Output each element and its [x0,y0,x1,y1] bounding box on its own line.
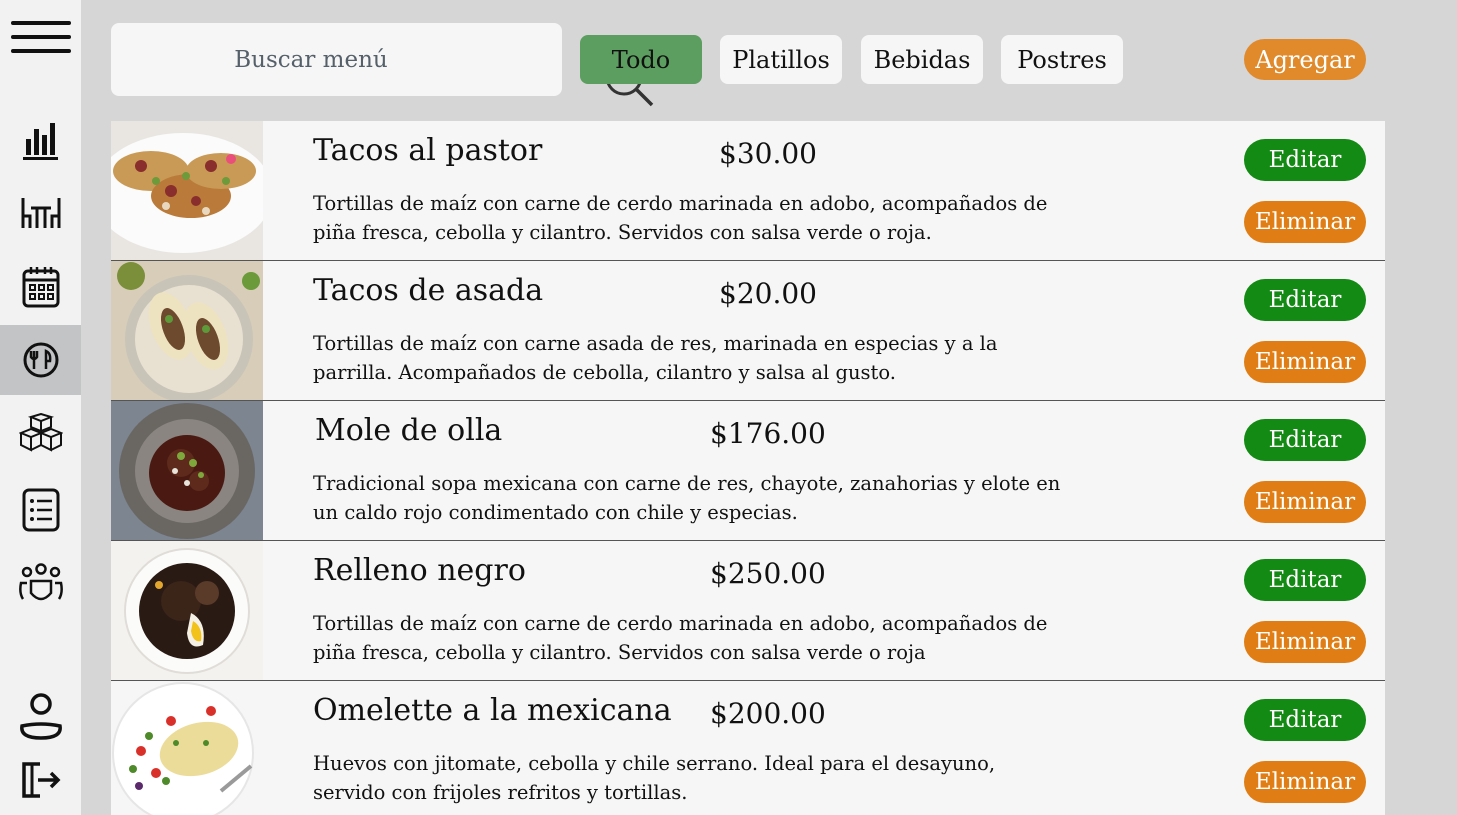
bar-chart-icon[interactable] [0,106,81,176]
dish-image [111,681,263,815]
calendar-icon[interactable] [0,252,81,322]
filter-bebidas-button[interactable]: Bebidas [861,35,983,84]
dish-image [111,261,263,400]
edit-button[interactable]: Editar [1244,139,1366,181]
delete-button[interactable]: Eliminar [1244,341,1366,383]
add-button[interactable]: Agregar [1244,39,1366,80]
dish-price: $176.00 [710,417,826,450]
dish-name: Mole de olla [315,413,503,448]
user-icon[interactable] [0,682,81,752]
checklist-icon[interactable] [0,475,81,545]
dining-table-icon[interactable] [0,179,81,249]
filter-postres-button[interactable]: Postres [1001,35,1123,84]
logout-icon[interactable] [0,745,81,815]
list-item: Omelette a la mexicana $200.00 Huevos co… [111,681,1385,815]
dish-name: Omelette a la mexicana [313,693,672,728]
team-icon[interactable] [0,549,81,619]
edit-button[interactable]: Editar [1244,419,1366,461]
list-item: Tacos de asada $20.00 Tortillas de maíz … [111,261,1385,401]
edit-button[interactable]: Editar [1244,699,1366,741]
dish-description: Tortillas de maíz con carne de cerdo mar… [313,612,1048,664]
search-box [111,23,654,107]
filter-platillos-button[interactable]: Platillos [720,35,842,84]
search-input[interactable] [131,41,491,79]
dish-name: Tacos al pastor [313,133,543,168]
boxes-icon[interactable] [0,400,81,470]
dish-price: $250.00 [710,557,826,590]
sidebar [0,0,81,815]
delete-button[interactable]: Eliminar [1244,201,1366,243]
dish-description: Tortillas de maíz con carne de cerdo mar… [313,192,1048,244]
dish-price: $20.00 [719,277,817,310]
dish-description: Huevos con jitomate, cebolla y chile ser… [313,752,996,804]
filter-todo-button[interactable]: Todo [580,35,702,84]
menu-icon[interactable] [0,2,81,72]
edit-button[interactable]: Editar [1244,279,1366,321]
list-item: Mole de olla $176.00 Tradicional sopa me… [111,401,1385,541]
delete-button[interactable]: Eliminar [1244,621,1366,663]
dish-description: Tradicional sopa mexicana con carne de r… [313,472,1061,524]
dish-description: Tortillas de maíz con carne asada de res… [313,332,998,384]
dish-price: $200.00 [710,697,826,730]
fork-knife-icon[interactable] [0,325,81,395]
dish-name: Relleno negro [313,553,526,588]
delete-button[interactable]: Eliminar [1244,481,1366,523]
dish-image [111,541,263,680]
dish-price: $30.00 [719,137,817,170]
delete-button[interactable]: Eliminar [1244,761,1366,803]
list-item: Relleno negro $250.00 Tortillas de maíz … [111,541,1385,681]
dish-name: Tacos de asada [313,273,544,308]
menu-list: Tacos al pastor $30.00 Tortillas de maíz… [111,121,1385,815]
dish-image [111,121,263,260]
list-item: Tacos al pastor $30.00 Tortillas de maíz… [111,121,1385,261]
dish-image [111,401,263,540]
edit-button[interactable]: Editar [1244,559,1366,601]
